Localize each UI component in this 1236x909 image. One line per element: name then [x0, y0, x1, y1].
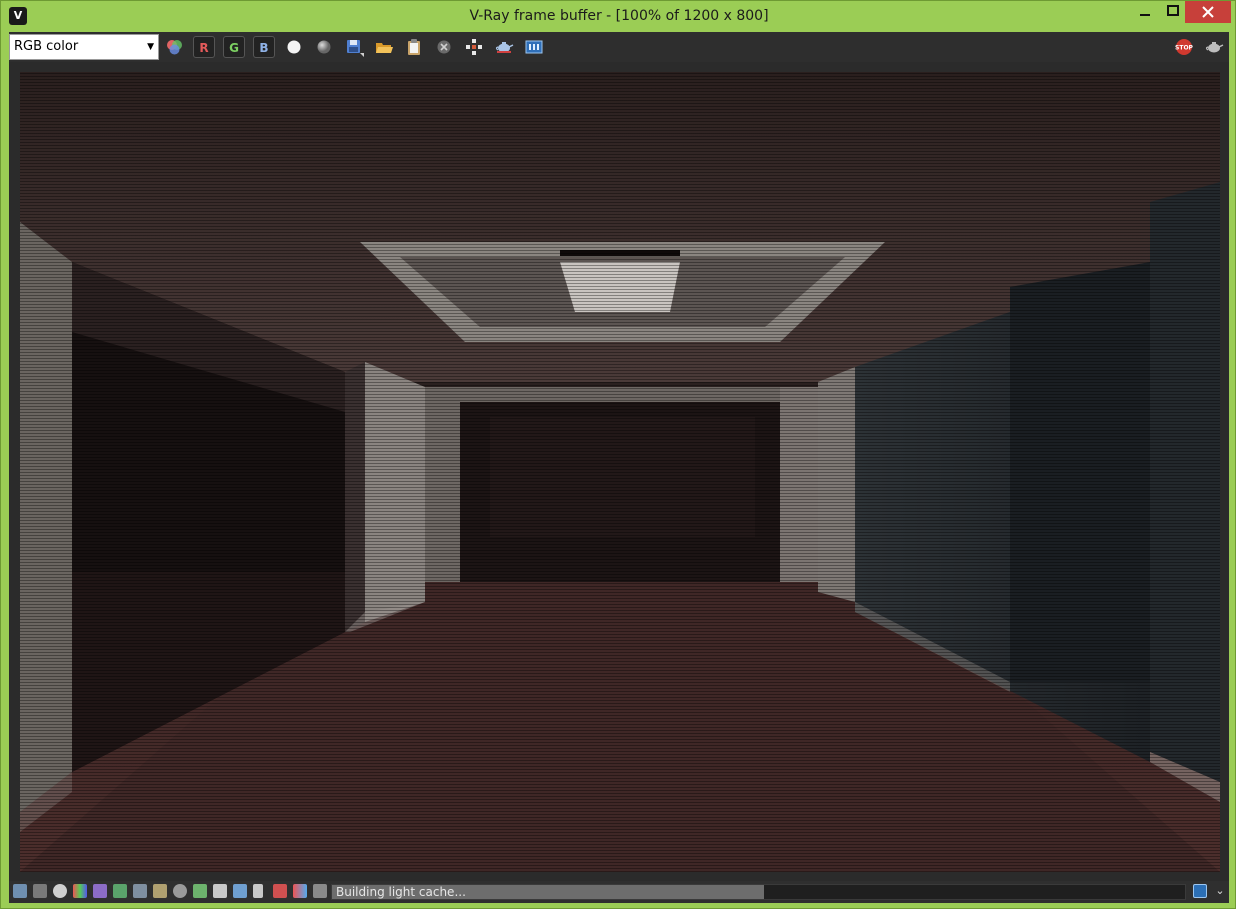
- channel-b-button[interactable]: B: [253, 36, 275, 58]
- chevron-down-icon[interactable]: ⌄: [1213, 884, 1227, 898]
- vfb-status-bar: Building light cache... ⌄: [9, 881, 1229, 903]
- window-title: V-Ray frame buffer - [100% of 1200 x 800…: [469, 8, 769, 24]
- channel-g-button[interactable]: G: [223, 36, 245, 58]
- render-region-button[interactable]: [493, 36, 515, 58]
- background-icon[interactable]: [213, 884, 227, 898]
- clear-image-button[interactable]: [433, 36, 455, 58]
- h-icon[interactable]: [253, 884, 263, 898]
- compare-icon[interactable]: [293, 884, 307, 898]
- close-button[interactable]: [1185, 1, 1231, 23]
- stop-render-button[interactable]: STOP: [1173, 36, 1195, 58]
- stereo-icon[interactable]: [313, 884, 327, 898]
- lut-icon[interactable]: [153, 884, 167, 898]
- teapot-icon: [495, 42, 514, 53]
- channel-select[interactable]: RGB color ▼: [9, 34, 159, 60]
- render-progress-text: Building light cache...: [336, 885, 466, 899]
- stop-icon: STOP: [1175, 39, 1194, 55]
- render-progress-bar: Building light cache...: [331, 884, 1186, 900]
- vfb-window: V V-Ray frame buffer - [100% of 1200 x 8…: [0, 0, 1236, 909]
- histogram-icon[interactable]: [133, 884, 147, 898]
- levels-icon[interactable]: [93, 884, 107, 898]
- track-mouse-button[interactable]: [463, 36, 485, 58]
- color-channels-button[interactable]: [163, 36, 185, 58]
- color-channels-icon: [167, 40, 182, 55]
- maximize-icon: [1167, 5, 1179, 16]
- render-log-icon[interactable]: [33, 884, 47, 898]
- pixel-aspect-icon[interactable]: [273, 884, 287, 898]
- render-teapot-icon: [1205, 42, 1224, 53]
- exposure-icon[interactable]: [173, 884, 187, 898]
- save-icon: [347, 40, 364, 57]
- vfb-history-button[interactable]: [523, 36, 545, 58]
- close-icon: [1202, 6, 1214, 18]
- gray-sphere-icon: [317, 40, 331, 54]
- title-bar[interactable]: V V-Ray frame buffer - [100% of 1200 x 8…: [1, 1, 1236, 32]
- track-mouse-icon: [466, 39, 482, 55]
- color-correction-icon[interactable]: [73, 884, 87, 898]
- open-folder-icon: [376, 43, 393, 53]
- dock-panel-icon[interactable]: [1193, 884, 1207, 898]
- vfb-toolbar: RGB color ▼ R G B STOP: [9, 32, 1229, 62]
- stop-label: STOP: [1175, 45, 1194, 52]
- rendered-image: [20, 72, 1220, 872]
- render-last-button[interactable]: [1203, 36, 1225, 58]
- chevron-down-icon: ▼: [147, 42, 154, 52]
- channel-r-button[interactable]: R: [193, 36, 215, 58]
- curves-icon[interactable]: [113, 884, 127, 898]
- vfb-history-icon: [525, 40, 543, 54]
- display-panel-icon[interactable]: [13, 884, 27, 898]
- white-sphere-icon: [287, 40, 301, 54]
- clipboard-icon: [408, 39, 420, 55]
- channel-select-value: RGB color: [14, 39, 79, 54]
- alpha-button[interactable]: [283, 36, 305, 58]
- copy-to-clipboard-button[interactable]: [403, 36, 425, 58]
- clear-icon: [437, 40, 451, 54]
- render-viewport[interactable]: [9, 62, 1229, 881]
- maximize-button[interactable]: [1159, 1, 1187, 23]
- white-balance-icon[interactable]: [193, 884, 207, 898]
- save-image-button[interactable]: [343, 36, 365, 58]
- minimize-button[interactable]: [1131, 1, 1159, 23]
- info-icon[interactable]: [53, 884, 67, 898]
- load-image-button[interactable]: [373, 36, 395, 58]
- ocio-icon[interactable]: [233, 884, 247, 898]
- minimize-icon: [1140, 14, 1150, 16]
- render-scene: [20, 72, 1220, 872]
- mono-button[interactable]: [313, 36, 335, 58]
